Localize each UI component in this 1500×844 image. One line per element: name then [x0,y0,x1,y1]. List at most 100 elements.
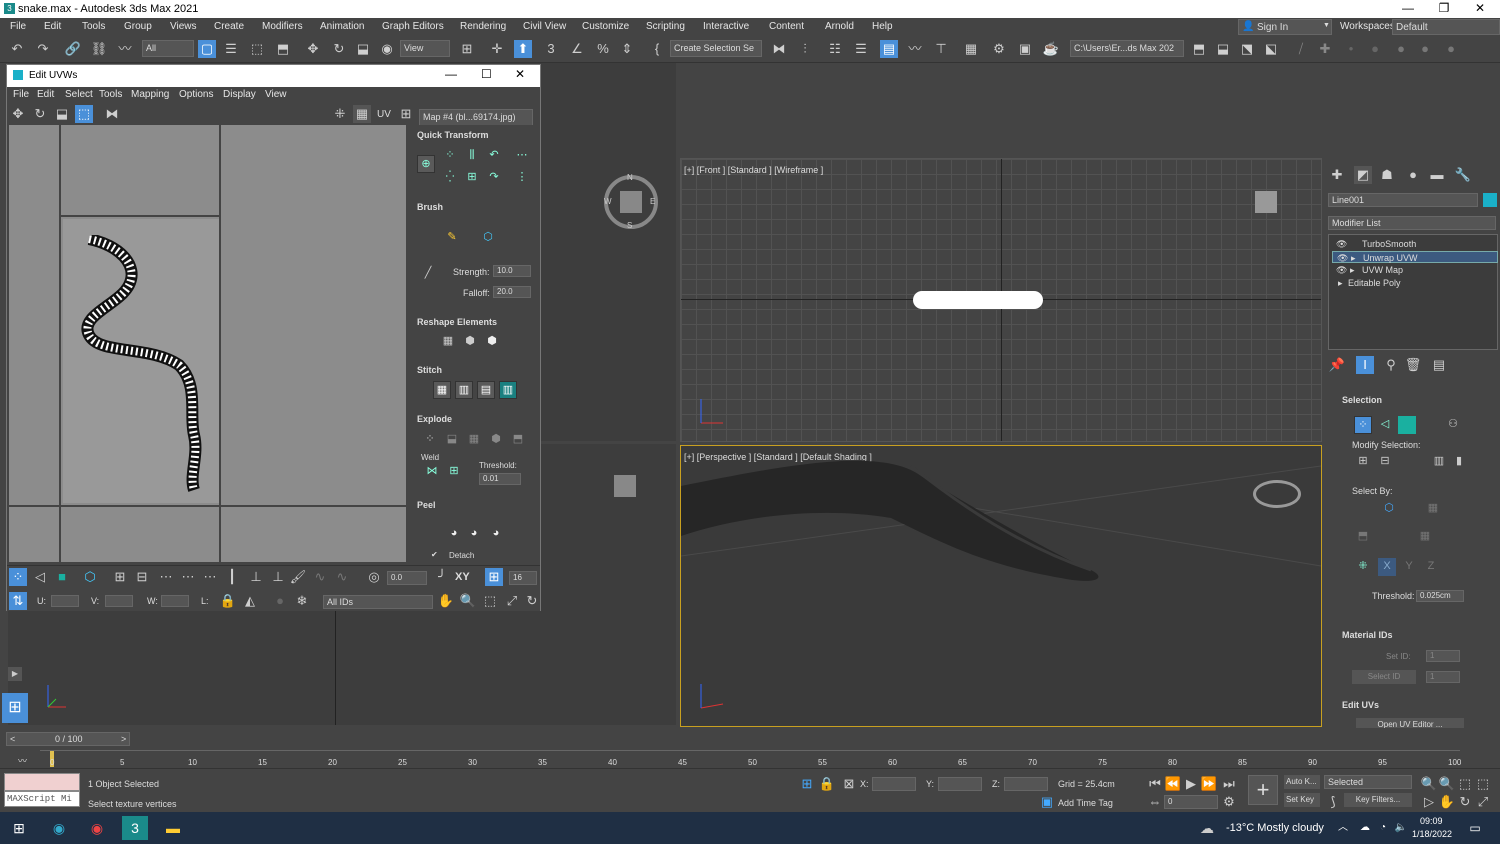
select-id-button[interactable]: Select ID [1352,670,1416,684]
percent-snap-icon[interactable]: % [594,40,612,58]
grid-snap-icon[interactable]: ⊞ [485,568,503,586]
ribbon-toggle-icon[interactable]: ▤ [880,40,898,58]
key-filters-button[interactable]: Key Filters... [1344,793,1412,807]
menu-file[interactable]: File [10,21,26,32]
add-icon[interactable]: ✚ [1316,40,1334,58]
edge-browser-icon[interactable]: ◉ [50,820,68,836]
straighten-icon[interactable]: ▦ [439,333,457,351]
uv-editor-canvas[interactable] [9,125,406,562]
utilities-tab-icon[interactable]: 🔧 [1454,166,1472,184]
grow-selection-icon[interactable]: ⊞ [1354,453,1372,471]
vertex-mode-icon[interactable]: ⁘ [1354,416,1372,434]
rotate-ccw-icon[interactable]: ↶ [485,147,503,165]
ring-icon[interactable]: ⋯ [179,568,197,586]
weather-text[interactable]: -13°C Mostly cloudy [1226,822,1324,834]
chrome-browser-icon[interactable]: ◉ [88,820,106,836]
stack-item-turbosmooth[interactable]: 👁 TurboSmooth [1332,238,1498,250]
shrink-icon[interactable]: ⊟ [133,568,151,586]
key-mode-icon[interactable]: ⇔ [1146,793,1164,811]
selection-lock-icon[interactable]: 🔒 [818,775,836,793]
render-icon[interactable]: ☕ [1042,40,1060,58]
uvw-freeform-icon[interactable]: ⬚ [75,105,93,123]
windows-start-icon[interactable]: ⊞ [10,820,28,836]
menu-create[interactable]: Create [214,21,244,32]
rotate-angle-spinner[interactable]: 0.0 [387,571,427,585]
open-file-icon[interactable]: ⬒ [1190,40,1208,58]
stitch-settings-icon[interactable]: ▥ [499,381,517,399]
project-folder-dropdown[interactable]: C:\Users\Er...ds Max 202 [1070,40,1184,57]
show-hidden-icons-icon[interactable]: ︿ [1334,820,1352,836]
uvw-menu-tools[interactable]: Tools [99,89,122,100]
object-color-swatch[interactable] [1483,193,1497,207]
zoom-extents-icon[interactable]: ⤢ [503,592,521,610]
viewcube-perspective[interactable] [1253,480,1301,508]
uvw-maximize-button[interactable]: ☐ [481,67,492,81]
edge-select-icon[interactable]: ◁ [31,568,49,586]
viewcube-top[interactable]: N S W E [604,173,658,230]
show-end-result-icon[interactable]: I [1356,356,1374,374]
curve-toggle-icon[interactable]: 〰 [18,754,27,767]
keyboard-shortcut-icon[interactable]: ⬆ [514,40,532,58]
menu-views[interactable]: Views [170,21,197,32]
menu-animation[interactable]: Animation [320,21,364,32]
next-frame-icon[interactable]: > [121,734,126,744]
grow-icon[interactable]: ⊞ [111,568,129,586]
explode-title[interactable]: Explode [417,414,452,424]
uvw-rotate-icon[interactable]: ↻ [31,105,49,123]
spinner-snap-icon[interactable]: ⇕ [618,40,636,58]
dot-1-icon[interactable]: • [1342,40,1360,58]
lasso-icon[interactable]: ∿ [311,568,329,586]
zoom-all-icon[interactable]: 🔍 [1438,775,1456,793]
menu-edit[interactable]: Edit [44,21,61,32]
window-crossing-icon[interactable]: ⬒ [274,40,292,58]
detach-checkbox[interactable]: ✔ [431,550,438,559]
maximize-button[interactable]: ❐ [1426,0,1462,18]
select-by-element-icon[interactable]: ⬡ [1380,500,1398,518]
uvw-move-icon[interactable]: ✥ [9,105,27,123]
ignore-backfacing-icon[interactable]: ⬒ [1354,528,1372,546]
menu-civil-view[interactable]: Civil View [523,21,566,32]
front-viewport-label[interactable]: [+] [Front ] [Standard ] [Wireframe ] [684,165,823,175]
scene-explorer-icon[interactable]: ☷ [826,40,844,58]
eye-icon[interactable]: 👁 [1337,252,1348,264]
clock-time[interactable]: 09:09 [1420,816,1443,826]
point-to-point-icon[interactable]: ┃ [223,568,241,586]
open-uv-editor-button[interactable]: Open UV Editor ... [1356,718,1464,728]
material-editor-icon[interactable]: ▦ [962,40,980,58]
pin-stack-icon[interactable]: 📌 [1328,356,1346,374]
unlink-icon[interactable]: ⛓ [90,40,108,58]
3ds-max-taskbar-icon[interactable]: 3 [122,816,148,840]
weld-selected-icon[interactable]: ⋈ [423,463,441,481]
workspace-dropdown[interactable]: Default [1392,19,1500,35]
maximize-viewport-icon[interactable]: ⤢ [1474,793,1492,811]
flatten-by-material-icon[interactable]: ⬒ [509,431,527,449]
viewcube-front[interactable] [1255,191,1277,213]
loop-selection-icon[interactable]: ▮ [1450,453,1468,471]
clock-date[interactable]: 1/18/2022 [1412,829,1452,839]
named-selection-sets-dropdown[interactable]: Create Selection Se [670,40,762,57]
lasso-2-icon[interactable]: ∿ [333,568,351,586]
link-icon[interactable]: 🔗 [64,40,82,58]
export-icon[interactable]: ⬔ [1238,40,1256,58]
ring-selection-icon[interactable]: ▥ [1430,453,1448,471]
set-id-spinner[interactable]: 1 [1426,650,1460,662]
select-by-smoothing-icon[interactable]: ▦ [1416,528,1434,546]
modify-tab-icon[interactable]: ◩ [1354,166,1372,184]
reference-coordinate-dropdown[interactable]: View [400,40,450,57]
expand-arrow-icon[interactable]: ▸ [1351,252,1356,264]
selection-rollout-title[interactable]: Selection [1342,395,1382,405]
prev-key-icon[interactable]: ⏪ [1164,775,1182,793]
uvw-map-dropdown[interactable]: Map #4 (bl...69174.jpg) [419,109,533,126]
select-id-spinner[interactable]: 1 [1426,671,1460,683]
align-vertical-icon[interactable]: ⫼ [463,147,481,165]
y-coord-field[interactable] [938,777,982,791]
uvw-menu-mapping[interactable]: Mapping [131,89,169,100]
zoom-region-icon[interactable]: ⬚ [481,592,499,610]
file-explorer-icon[interactable]: ▬ [164,820,182,836]
create-tab-icon[interactable]: ✚ [1328,166,1346,184]
zoom-selected-icon[interactable]: ↻ [523,592,541,610]
edge-mode-icon[interactable]: ◁ [1376,416,1394,434]
stitch-target-icon[interactable]: ▤ [477,381,495,399]
weld-threshold-spinner[interactable]: 0.01 [479,473,521,485]
peel-reset-icon[interactable]: ◕ [487,525,505,543]
